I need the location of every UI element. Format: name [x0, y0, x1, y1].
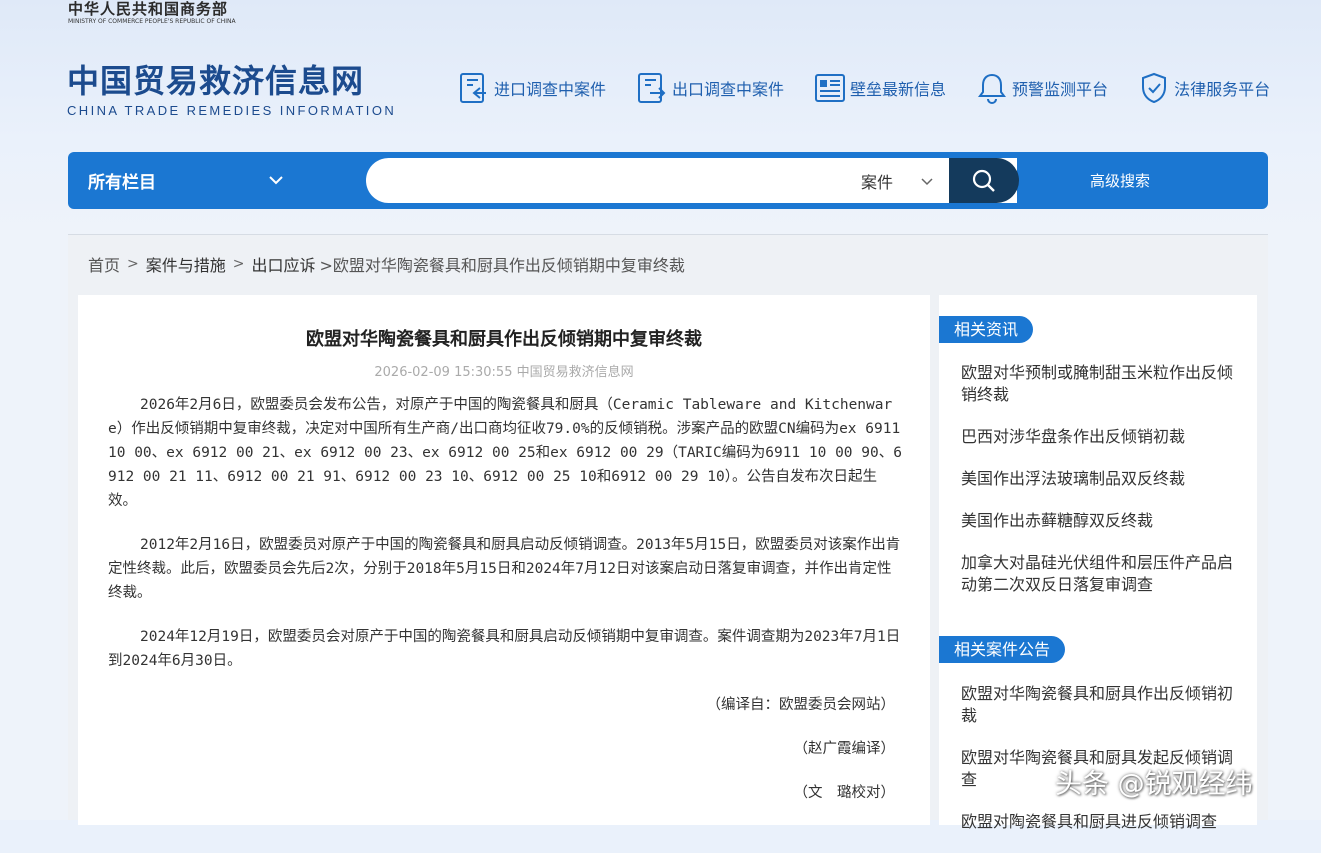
site-logo-cn: 中国贸易救济信息网 [67, 62, 365, 100]
shield-icon [1142, 72, 1167, 104]
bell-icon [978, 73, 1007, 105]
related-case-item[interactable]: 欧盟对陶瓷餐具和厨具进反倾销调查 [961, 811, 1241, 833]
nav-early-warning[interactable]: 预警监测平台 [976, 71, 1108, 105]
search-icon [972, 169, 995, 192]
breadcrumb-current: >欧盟对华陶瓷餐具和厨具作出反倾销期中复审终裁 [319, 256, 685, 275]
search-type-label: 案件 [861, 172, 894, 192]
site-logo-en: CHINA TRADE REMEDIES INFORMATION [67, 103, 397, 118]
sidebar: 相关资讯 欧盟对华预制或腌制甜玉米粒作出反倾销终裁 巴西对涉华盘条作出反倾销初裁… [939, 295, 1257, 831]
article-paragraph: 2026年2月6日，欧盟委员会发布公告，对原产于中国的陶瓷餐具和厨具（Ceram… [108, 397, 902, 509]
nav-export-cases[interactable]: 出口调查中案件 [636, 71, 784, 105]
nav-label: 预警监测平台 [1012, 80, 1109, 99]
ministry-label[interactable]: 中华人民共和国商务部 MINISTRY OF COMMERCE PEOPLE'S… [68, 0, 236, 26]
related-news-item[interactable]: 美国作出赤藓糖醇双反终裁 [961, 510, 1241, 532]
search-button[interactable] [949, 158, 1019, 203]
breadcrumb: 首页 > 案件与措施 > 出口应诉 >欧盟对华陶瓷餐具和厨具作出反倾销期中复审终… [88, 252, 685, 276]
article-translator: （赵广霞编译） [793, 741, 896, 757]
related-news-item[interactable]: 美国作出浮法玻璃制品双反终裁 [961, 468, 1241, 490]
news-list-icon [815, 74, 846, 102]
site-logo[interactable]: 中国贸易救济信息网 CHINA TRADE REMEDIES INFORMATI… [67, 62, 396, 119]
nav-legal-service[interactable]: 法律服务平台 [1138, 71, 1270, 105]
search-type-select[interactable]: 案件 [861, 158, 951, 203]
chevron-right-icon: > [127, 256, 139, 272]
related-news-item[interactable]: 巴西对涉华盘条作出反倾销初裁 [961, 426, 1241, 448]
search-box: 案件 [366, 158, 1017, 203]
breadcrumb-export[interactable]: 出口应诉 [252, 252, 316, 276]
related-news-heading: 相关资讯 [939, 316, 1034, 343]
nav-label: 进口调查中案件 [494, 80, 607, 99]
breadcrumb-cases[interactable]: 案件与措施 [146, 252, 226, 276]
chevron-down-icon [269, 176, 283, 185]
article-body: 2026年2月6日，欧盟委员会发布公告，对原产于中国的陶瓷餐具和厨具（Ceram… [108, 393, 903, 825]
content-area: 首页 > 案件与措施 > 出口应诉 >欧盟对华陶瓷餐具和厨具作出反倾销期中复审终… [68, 234, 1268, 831]
search-bar: 所有栏目 案件 高级搜索 [68, 152, 1268, 209]
article-title: 欧盟对华陶瓷餐具和厨具作出反倾销期中复审终裁 [306, 329, 702, 350]
chevron-right-icon: > [232, 256, 245, 272]
ministry-name-cn: 中华人民共和国商务部 [68, 0, 229, 18]
chevron-down-icon [921, 178, 933, 186]
nav-label: 出口调查中案件 [672, 80, 785, 99]
nav-import-cases[interactable]: 进口调查中案件 [458, 71, 606, 105]
nav-label: 法律服务平台 [1174, 80, 1271, 99]
watermark: 头条 @锐观经纬 [1055, 769, 1253, 800]
nav-barrier-news[interactable]: 壁垒最新信息 [814, 72, 946, 104]
related-news-list: 欧盟对华预制或腌制甜玉米粒作出反倾销终裁 巴西对涉华盘条作出反倾销初裁 美国作出… [961, 362, 1241, 616]
article-paragraph: 2024年12月19日，欧盟委员会对原产于中国的陶瓷餐具和厨具启动反倾销期中复审… [108, 629, 901, 669]
nav-label: 壁垒最新信息 [850, 80, 947, 99]
article-meta: 2026-02-09 15:30:55 中国贸易救济信息网 [374, 365, 634, 380]
column-select-label: 所有栏目 [88, 173, 156, 193]
article: 欧盟对华陶瓷餐具和厨具作出反倾销期中复审终裁 2026-02-09 15:30:… [78, 295, 930, 825]
article-paragraph: 2012年2月16日，欧盟委员对原产于中国的陶瓷餐具和厨具启动反倾销调查。201… [108, 537, 901, 601]
ministry-name-en: MINISTRY OF COMMERCE PEOPLE'S REPUBLIC O… [68, 18, 236, 25]
related-news-item[interactable]: 欧盟对华预制或腌制甜玉米粒作出反倾销终裁 [961, 362, 1241, 406]
export-doc-icon [638, 73, 666, 103]
import-doc-icon [460, 73, 486, 103]
article-source: （编译自：欧盟委员会网站） [706, 697, 896, 713]
related-news-item[interactable]: 加拿大对晶硅光伏组件和层压件产品启动第二次双反日落复审调查 [961, 552, 1241, 596]
related-cases-heading: 相关案件公告 [939, 636, 1066, 663]
column-select[interactable]: 所有栏目 [88, 152, 288, 209]
article-proofreader: （文 璐校对） [793, 785, 896, 801]
search-input[interactable] [386, 164, 846, 197]
advanced-search-link[interactable]: 高级搜索 [1090, 152, 1150, 209]
breadcrumb-home[interactable]: 首页 [88, 252, 120, 276]
top-nav: 进口调查中案件 出口调查中案件 壁垒最新信息 预警监测平台 法律服务平台 [458, 70, 1300, 106]
related-case-item[interactable]: 欧盟对华陶瓷餐具和厨具作出反倾销初裁 [961, 683, 1241, 727]
